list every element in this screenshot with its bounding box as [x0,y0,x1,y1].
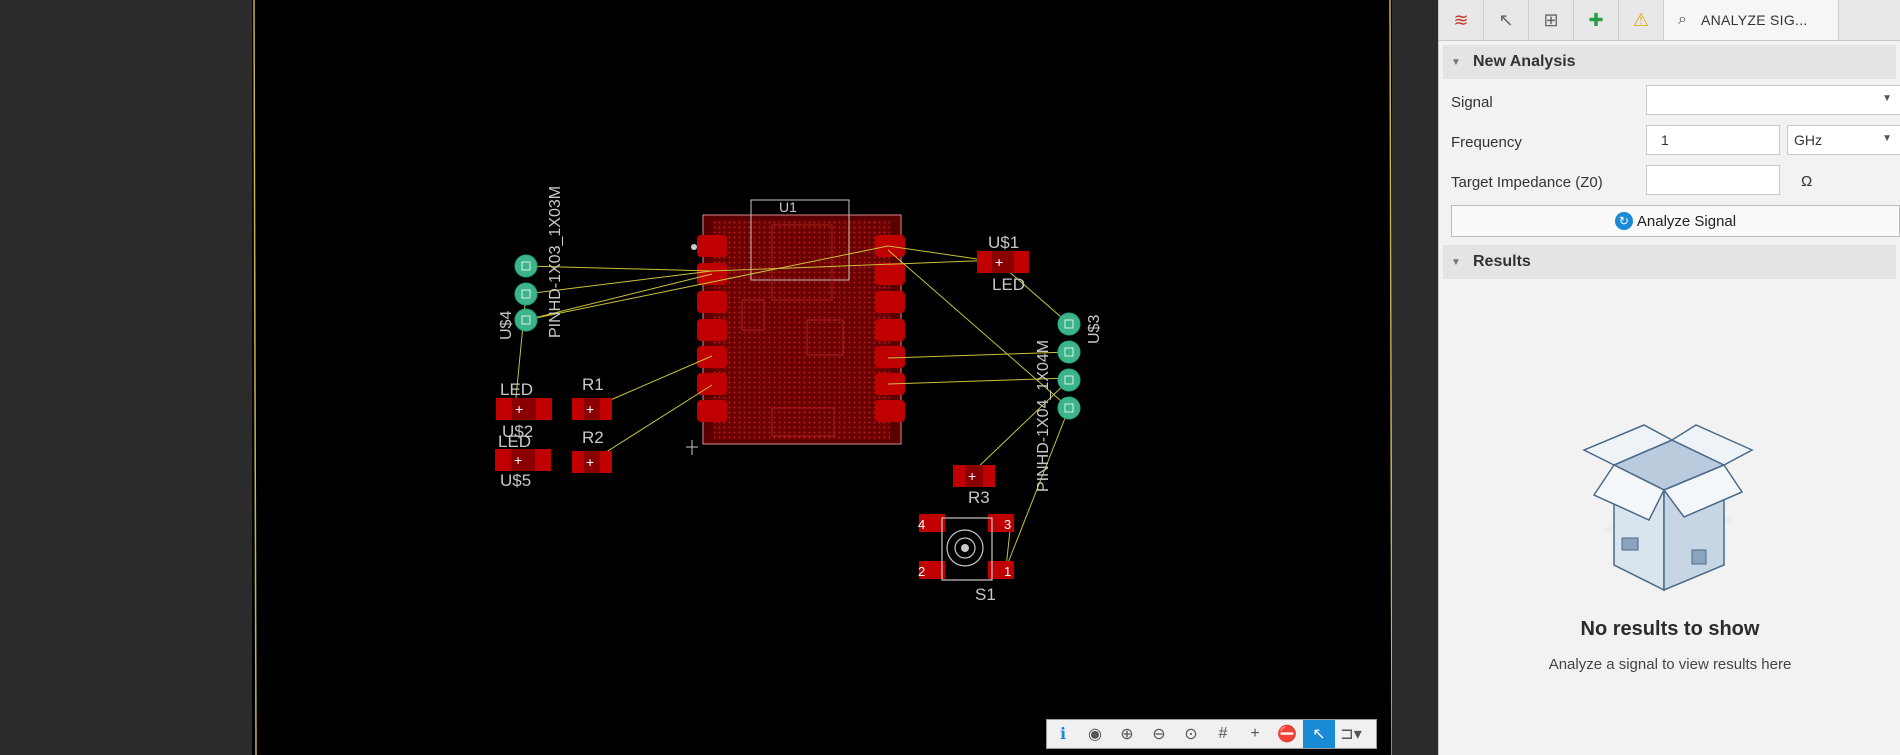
pointer-icon: ↖ [1498,9,1514,30]
analyze-signal-tab-label: ANALYZE SIG... [1700,12,1808,28]
led-u5-value: LED [498,432,531,451]
empty-results-subtitle: Analyze a signal to view results here [1548,656,1792,673]
analyze-signal-tab[interactable]: ⌕ ANALYZE SIG... [1664,0,1839,40]
signal-label: Signal [1451,94,1493,111]
impedance-unit: Ω [1801,173,1813,190]
frequency-label: Frequency [1451,134,1522,151]
tree-icon: ⊞ [1543,9,1559,30]
u4-part-label: PINHD-1X03_1X03M [547,186,564,338]
stop-icon[interactable]: ⛔ [1271,720,1303,748]
signal-select[interactable]: ▼ [1646,85,1900,115]
new-analysis-header[interactable]: ▼ New Analysis [1443,45,1896,79]
zoom-in-icon[interactable]: ⊕ [1111,720,1143,748]
s1-pin-4: 4 [918,517,925,532]
chevron-down-icon: ▼ [1882,133,1892,144]
select-pointer-icon[interactable]: ↖ [1303,720,1335,748]
r2-label: R2 [582,428,604,447]
empty-box-icon [1582,424,1754,592]
info-icon[interactable]: ℹ [1047,720,1079,748]
impedance-input[interactable] [1646,165,1780,195]
pcb-canvas[interactable]: U1 U$4 PINHD-1X03_1X03M + LED U$2 + LED … [252,0,1392,755]
u1-pin1-marker [691,244,697,250]
u3-label: U$3 [1086,315,1103,344]
u3-part-label: PINHD-1X04_1X04M [1035,340,1052,492]
frequency-unit-select[interactable]: GHz ▼ [1787,125,1900,155]
svg-text:+: + [514,452,522,468]
frequency-input[interactable]: 1 [1646,125,1780,155]
u1-label: U1 [779,199,797,215]
select-tab[interactable]: ↖ [1484,0,1529,40]
analyze-signal-panel: ≋ ↖ ⊞ ✚ ⚠ ⌕ ANALYZE SIG... ▼ New Analysi… [1438,0,1900,755]
led-u1-name: U$1 [988,233,1019,252]
route-dropdown-icon[interactable]: ⊐▾ [1335,720,1367,748]
results-empty-state: No results to show Analyze a signal to v… [1439,410,1900,710]
resistor-r2[interactable]: + R2 [572,428,612,473]
u3-header[interactable]: U$3 PINHD-1X04_1X04M [1035,312,1103,492]
s1-pin-3: 3 [1004,517,1011,532]
frequency-unit-value: GHz [1794,132,1822,148]
add-part-tab[interactable]: ✚ [1574,0,1619,40]
warning-icon: ⚠ [1632,9,1650,30]
tree-tab[interactable]: ⊞ [1529,0,1574,40]
eye-icon[interactable]: ◉ [1079,720,1111,748]
u4-label: U$4 [498,311,515,340]
warning-tab[interactable]: ⚠ [1619,0,1664,40]
canvas-toolbar: ℹ ◉ ⊕ ⊖ ⊙ # + ⛔ ↖ ⊐▾ [1046,719,1377,749]
refresh-icon: ↻ [1614,212,1633,230]
new-analysis-title: New Analysis [1473,53,1576,70]
new-analysis-form: Signal ▼ Frequency 1 GHz ▼ Target Impeda… [1439,79,1900,269]
u1-module[interactable]: U1 [686,199,905,455]
analyze-signal-button-label: Analyze Signal [1636,212,1737,230]
u4-header[interactable]: U$4 PINHD-1X03_1X03M [498,186,564,340]
layers-icon: ≋ [1453,9,1469,30]
led-u1-value: LED [992,275,1025,294]
led-u1[interactable]: + U$1 LED [977,233,1029,294]
resistor-r1[interactable]: + R1 [572,375,612,420]
panel-tab-bar: ≋ ↖ ⊞ ✚ ⚠ ⌕ ANALYZE SIG... [1439,0,1900,41]
board-outline-left [253,0,257,755]
svg-text:+: + [586,454,594,470]
pcb-board-drawing[interactable]: U1 U$4 PINHD-1X03_1X03M + LED U$2 + LED … [252,0,1392,755]
u1-ground-pour [714,220,890,440]
svg-text:+: + [968,468,976,484]
crosshair-icon[interactable]: + [1239,720,1271,748]
zoom-fit-icon[interactable]: ⊙ [1175,720,1207,748]
collapse-caret-icon: ▼ [1451,56,1461,68]
led-u5[interactable]: + LED U$5 [495,432,551,490]
zoom-out-icon[interactable]: ⊖ [1143,720,1175,748]
s1-pin-1: 1 [1004,564,1011,579]
r1-label: R1 [582,375,604,394]
analyze-signal-button[interactable]: ↻ Analyze Signal [1451,205,1900,237]
panel-gap [1392,0,1438,755]
analyze-signal-icon: ⌕ [1678,11,1687,28]
add-part-icon: ✚ [1588,9,1604,30]
svg-text:+: + [515,401,523,417]
svg-text:+: + [586,401,594,417]
led-u5-name: U$5 [500,471,531,490]
chevron-down-icon: ▼ [1882,93,1892,104]
layers-tab[interactable]: ≋ [1439,0,1484,40]
s1-pin-2: 2 [918,564,925,579]
s1-label: S1 [975,585,996,604]
left-gutter [0,0,252,755]
led-u2-value: LED [500,380,533,399]
frequency-value: 1 [1661,132,1669,148]
grid-icon[interactable]: # [1207,720,1239,748]
empty-results-title: No results to show [1580,618,1760,640]
resistor-r3[interactable]: + R3 [953,465,995,507]
svg-text:+: + [995,254,1003,270]
impedance-label: Target Impedance (Z0) [1451,174,1603,191]
switch-s1[interactable]: 4 3 2 1 S1 [918,514,1014,604]
r3-label: R3 [968,488,990,507]
